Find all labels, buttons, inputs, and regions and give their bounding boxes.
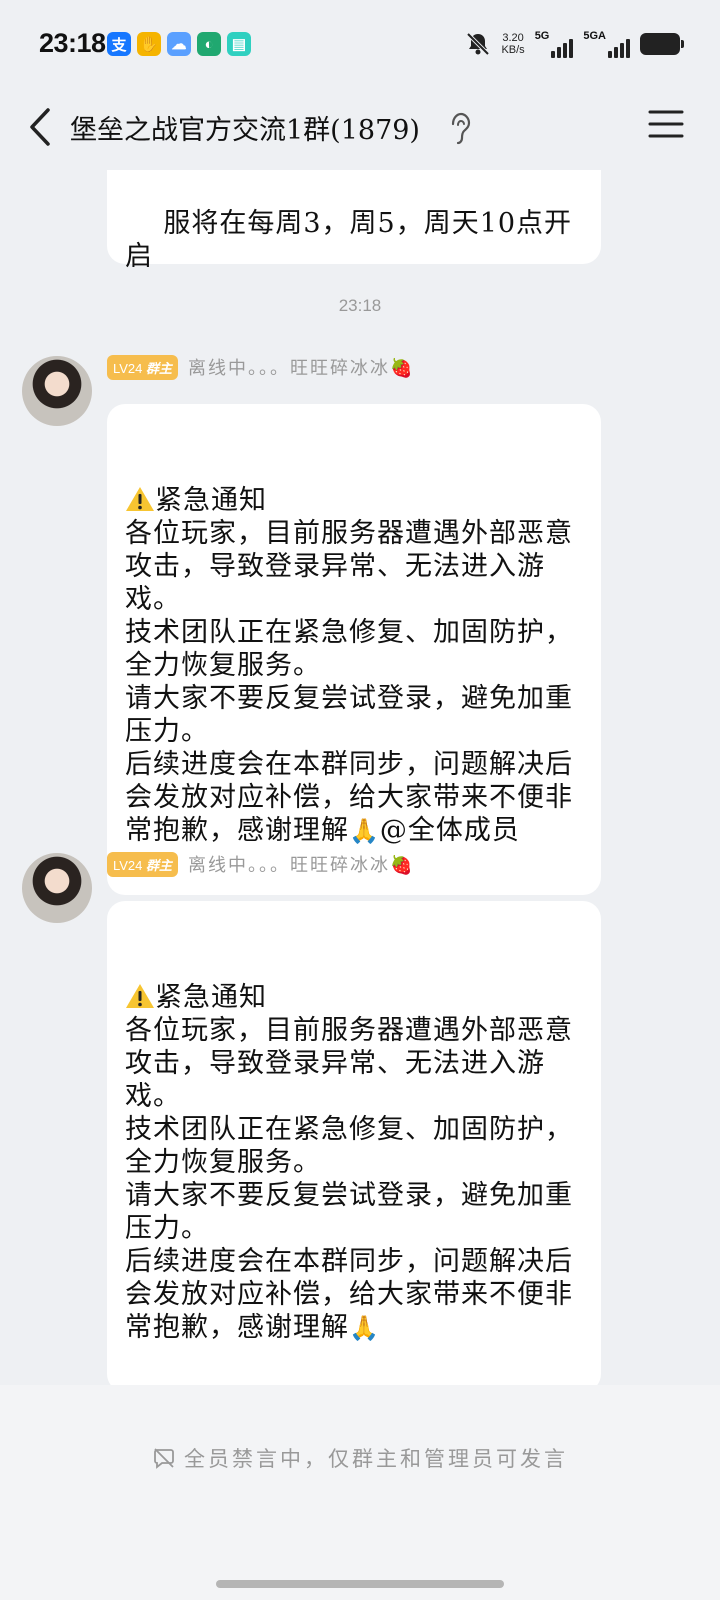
message-bubble[interactable]: 紧急通知 各位玩家，目前服务器遭遇外部恶意攻击，导致登录异常、无法进入游戏。 技术… [107, 901, 601, 1385]
message-timestamp: 23:18 [338, 296, 382, 315]
status-right: 3.20 KB/s 5G 5GA [465, 30, 684, 58]
ear-icon [451, 112, 471, 145]
back-arrow-icon[interactable] [22, 102, 62, 152]
speed-unit: KB/s [501, 44, 525, 56]
message-bubble-partial[interactable]: 服将在每周3，周5，周天10点开启 [107, 170, 601, 272]
mention-all[interactable]: @全体成员 [380, 815, 520, 846]
chat-area[interactable]: 服将在每周3，周5，周天10点开启 23:18 LV24 群主 离线中。。。旺旺… [0, 170, 720, 1385]
signal-1: 5G [535, 30, 574, 58]
message-title: 紧急通知 [155, 485, 267, 516]
input-area-muted: 全员禁言中，仅群主和管理员可发言 [0, 1385, 720, 1600]
bell-muted-icon [467, 32, 490, 56]
sender-name[interactable]: 离线中。。。旺旺碎冰冰🍓 [188, 354, 414, 380]
mute-icon [154, 1448, 174, 1469]
network-speed: 3.20 KB/s [501, 32, 524, 56]
message-title: 紧急通知 [155, 982, 267, 1013]
message-body: 各位玩家，目前服务器遭遇外部恶意攻击，导致登录异常、无法进入游戏。 技术团队正在… [125, 1015, 573, 1343]
level-badge: LV24 群主 [107, 354, 179, 380]
menu-icon[interactable] [648, 106, 684, 142]
group-title[interactable]: 堡垒之战官方交流1群(1879) [70, 108, 420, 147]
mute-notice: 全员禁言中，仅群主和管理员可发言 [0, 1443, 720, 1473]
signal-bars-icon [551, 39, 574, 58]
sender-name[interactable]: 离线中。。。旺旺碎冰冰🍓 [188, 851, 414, 877]
message-text: 服将在每周3，周5，周天10点开启 [125, 208, 573, 272]
pray-emoji: 🙏 [349, 817, 380, 845]
battery-icon [640, 33, 684, 55]
notification-icons: 支 ✋ ☁ ◐ ▤ [107, 32, 251, 56]
level-badge: LV24 群主 [107, 851, 179, 877]
signal-2: 5GA [583, 30, 630, 58]
chat-header: 堡垒之战官方交流1群(1879) [0, 90, 720, 170]
network-type-2: 5GA [583, 30, 606, 42]
badge-role: 群主 [146, 360, 173, 376]
message-body: 各位玩家，目前服务器遭遇外部恶意攻击，导致登录异常、无法进入游戏。 技术团队正在… [125, 518, 573, 846]
message-meta: LV24 群主 离线中。。。旺旺碎冰冰🍓 [107, 354, 414, 380]
mute-notice-text: 全员禁言中，仅群主和管理员可发言 [184, 1447, 568, 1471]
warning-icon [126, 487, 154, 511]
warning-icon [126, 984, 154, 1008]
alipay-icon: 支 [107, 32, 131, 56]
pray-emoji: 🙏 [349, 1314, 380, 1342]
cloud-icon: ☁ [167, 32, 191, 56]
status-bar: 23:18 支 ✋ ☁ ◐ ▤ 3.20 KB/s 5G 5GA [0, 0, 720, 90]
network-type-1: 5G [534, 30, 550, 42]
hand-icon: ✋ [137, 32, 161, 56]
message-meta: LV24 群主 离线中。。。旺旺碎冰冰🍓 [107, 851, 414, 877]
home-indicator[interactable] [216, 1580, 504, 1588]
badge-level: LV24 [113, 857, 143, 873]
message-bubble[interactable]: 紧急通知 各位玩家，目前服务器遭遇外部恶意攻击，导致登录异常、无法进入游戏。 技术… [107, 404, 601, 895]
avatar[interactable] [22, 853, 92, 923]
badge-level: LV24 [113, 360, 143, 376]
message-app-icon: ▤ [227, 32, 251, 56]
signal-bars-icon [608, 39, 630, 58]
speed-value: 3.20 [502, 32, 524, 44]
clock: 23:18 [39, 28, 106, 58]
avatar[interactable] [22, 356, 92, 426]
circle-app-icon: ◐ [197, 32, 221, 56]
badge-role: 群主 [146, 857, 173, 873]
